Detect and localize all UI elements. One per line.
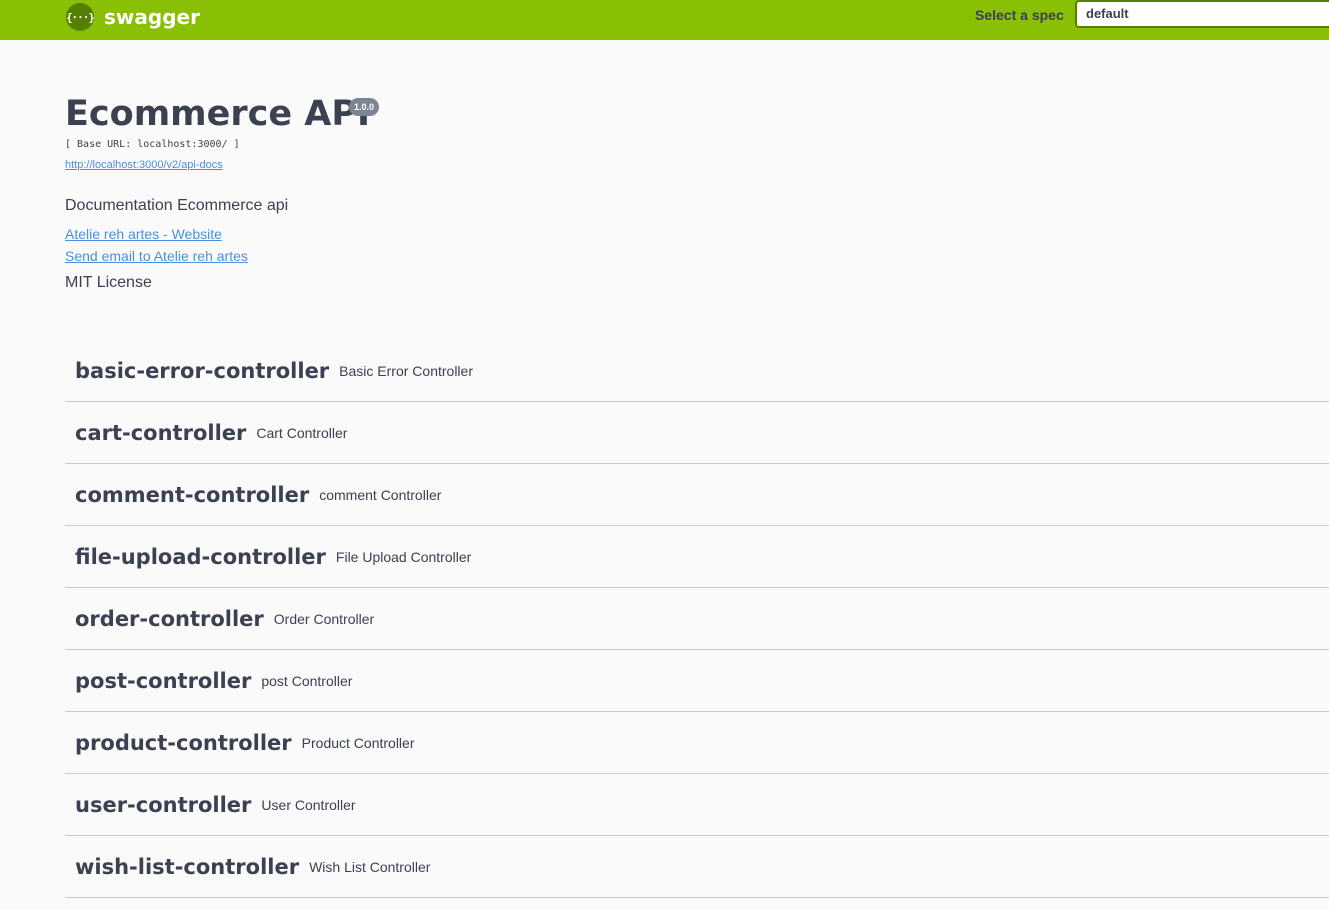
tag-name: product-controller	[75, 730, 292, 755]
api-title: Ecommerce API	[65, 94, 371, 134]
base-url: [ Base URL: localhost:3000/ ]	[65, 139, 240, 150]
tag-description: File Upload Controller	[335, 548, 472, 565]
tag-section[interactable]: order-controller Order Controller	[65, 588, 1329, 650]
select-spec-label: Select a spec	[975, 7, 1064, 23]
tag-section[interactable]: wish-list-controller Wish List Controlle…	[65, 836, 1329, 898]
api-description: Documentation Ecommerce api	[65, 197, 289, 214]
tag-description: Order Controller	[273, 610, 375, 627]
tag-section[interactable]: user-controller User Controller	[65, 774, 1329, 836]
tag-section[interactable]: comment-controller comment Controller	[65, 464, 1329, 526]
tag-description: post Controller	[261, 672, 353, 689]
license: MIT License	[65, 274, 152, 291]
tag-name: comment-controller	[75, 482, 310, 507]
tag-description: Wish List Controller	[309, 858, 431, 875]
spec-select[interactable]: default	[1075, 0, 1329, 28]
tag-description: comment Controller	[319, 486, 442, 503]
tag-name: order-controller	[75, 606, 264, 631]
tag-name: post-controller	[75, 668, 252, 693]
tag-description: Basic Error Controller	[339, 362, 473, 379]
tag-section[interactable]: post-controller post Controller	[65, 650, 1329, 712]
swagger-logo[interactable]: {···} swagger	[66, 2, 200, 32]
tag-section[interactable]: file-upload-controller File Upload Contr…	[65, 526, 1329, 588]
tag-description: Product Controller	[301, 734, 415, 751]
tag-description: Cart Controller	[256, 424, 348, 441]
tag-list: basic-error-controller Basic Error Contr…	[65, 340, 1329, 898]
api-docs-link[interactable]: http://localhost:3000/v2/api-docs	[65, 159, 223, 171]
tag-name: cart-controller	[75, 420, 247, 445]
version-badge: 1.0.0	[349, 98, 380, 116]
email-link[interactable]: Send email to Atelie reh artes	[65, 248, 248, 264]
tag-name: user-controller	[75, 792, 252, 817]
tag-name: file-upload-controller	[75, 544, 326, 569]
website-link[interactable]: Atelie reh artes - Website	[65, 226, 222, 242]
swagger-logo-text: swagger	[104, 5, 200, 29]
tag-name: basic-error-controller	[75, 358, 330, 383]
tag-name: wish-list-controller	[75, 854, 300, 879]
tag-section[interactable]: product-controller Product Controller	[65, 712, 1329, 774]
tag-description: User Controller	[261, 796, 356, 813]
tag-section[interactable]: basic-error-controller Basic Error Contr…	[65, 340, 1329, 402]
topbar: {···} swagger Select a spec default	[0, 0, 1329, 40]
tag-section[interactable]: cart-controller Cart Controller	[65, 402, 1329, 464]
swagger-logo-icon: {···}	[66, 3, 95, 31]
